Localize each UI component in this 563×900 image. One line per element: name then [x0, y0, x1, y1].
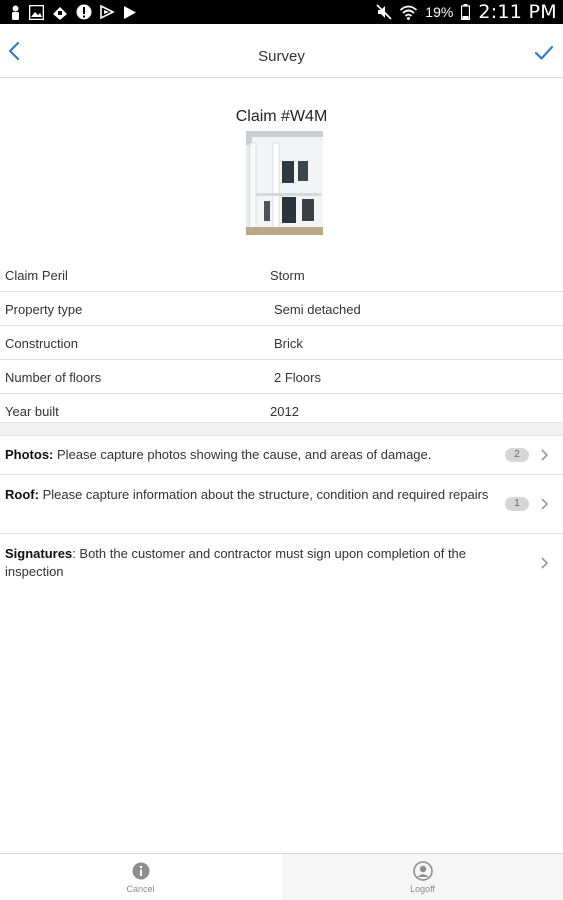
- section-divider: [0, 422, 563, 436]
- tab-cancel[interactable]: Cancel: [0, 854, 281, 900]
- detail-value: 2 Floors: [274, 370, 321, 385]
- status-time: 2:11 PM: [478, 1, 557, 23]
- user-icon: [412, 861, 433, 881]
- status-system: 19% 2:11 PM: [376, 1, 557, 23]
- task-title: Signatures: [5, 546, 73, 561]
- task-text: Signatures: Both the customer and contra…: [5, 545, 493, 581]
- detail-row-property-type: Property type Semi detached: [0, 292, 563, 326]
- task-description: Please capture information about the str…: [42, 487, 489, 502]
- detail-label: Number of floors: [5, 370, 102, 385]
- task-description: : Both the customer and contractor must …: [5, 546, 467, 579]
- usb-icon: [52, 5, 68, 20]
- status-bar: 19% 2:11 PM: [0, 0, 563, 24]
- battery-percent: 19%: [425, 4, 454, 20]
- detail-row-claim-peril: Claim Peril Storm: [0, 258, 563, 292]
- alert-icon: [76, 4, 92, 20]
- claim-title: Claim #W4M: [235, 108, 328, 125]
- task-title: Photos:: [5, 447, 54, 462]
- tab-label: Cancel: [126, 884, 155, 894]
- detail-value: Brick: [274, 336, 303, 351]
- detail-value: Storm: [270, 268, 305, 283]
- task-text: Photos: Please capture photos showing th…: [5, 446, 493, 464]
- task-row-signatures[interactable]: Signatures: Both the customer and contra…: [0, 534, 563, 592]
- bottom-tab-bar: Cancel Logoff: [0, 853, 563, 900]
- image-icon: [29, 4, 44, 20]
- battery-icon: [461, 4, 471, 20]
- play-store-icon: [123, 5, 137, 20]
- count-badge: 2: [505, 448, 529, 462]
- task-row-roof[interactable]: Roof: Please capture information about t…: [0, 475, 563, 534]
- detail-label: Year built: [5, 404, 59, 419]
- task-title: Roof:: [5, 487, 39, 502]
- task-description: Please capture photos showing the cause,…: [57, 447, 432, 462]
- tab-logoff[interactable]: Logoff: [282, 854, 563, 900]
- task-text: Roof: Please capture information about t…: [5, 486, 493, 504]
- detail-label: Property type: [5, 302, 83, 317]
- detail-label: Construction: [5, 336, 78, 351]
- download-icon: [100, 4, 115, 20]
- chevron-right-icon: [541, 449, 549, 461]
- task-row-photos[interactable]: Photos: Please capture photos showing th…: [0, 436, 563, 475]
- task-list: Photos: Please capture photos showing th…: [0, 436, 563, 592]
- property-photo[interactable]: [246, 131, 323, 236]
- mute-icon: [376, 4, 392, 20]
- claim-details: Claim Peril Storm Property type Semi det…: [0, 258, 563, 427]
- detail-row-number-of-floors: Number of floors 2 Floors: [0, 360, 563, 394]
- chevron-right-icon: [541, 557, 549, 569]
- person-icon: [10, 5, 21, 20]
- detail-value: 2012: [270, 404, 299, 419]
- wifi-icon: [400, 5, 418, 20]
- page-title: Survey: [258, 48, 305, 65]
- confirm-button[interactable]: [533, 44, 555, 62]
- detail-row-construction: Construction Brick: [0, 326, 563, 360]
- detail-value: Semi detached: [274, 302, 361, 317]
- navigation-bar: Survey: [0, 24, 563, 78]
- detail-label: Claim Peril: [5, 268, 68, 283]
- info-icon: [132, 862, 149, 880]
- status-notifications: [10, 4, 137, 20]
- tab-label: Logoff: [410, 884, 435, 894]
- count-badge: 1: [505, 497, 529, 511]
- chevron-right-icon: [541, 498, 549, 510]
- checkmark-icon: [534, 45, 554, 60]
